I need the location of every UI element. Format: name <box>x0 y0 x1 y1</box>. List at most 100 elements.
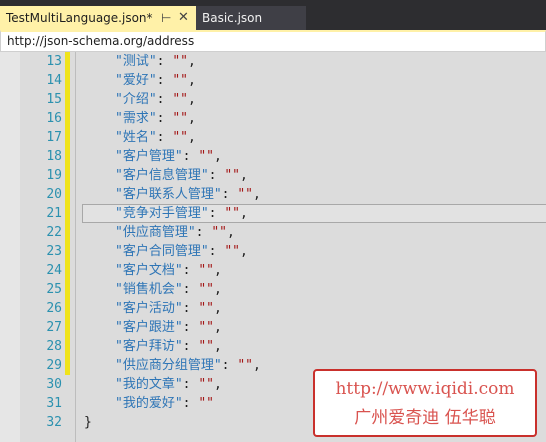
code-text: "客户拜访": "", <box>115 337 222 356</box>
json-key: "客户联系人管理" <box>115 187 222 202</box>
change-marker <box>65 71 70 90</box>
line-number: 15 <box>46 92 62 107</box>
code-line[interactable]: 24 "客户文档": "", <box>0 261 546 280</box>
schema-navigation-bar[interactable]: http://json-schema.org/address <box>0 30 546 52</box>
code-text: "客户活动": "", <box>115 299 222 318</box>
code-line[interactable]: 28 "客户拜访": "", <box>0 337 546 356</box>
line-number: 27 <box>46 320 62 335</box>
json-key: "姓名" <box>115 130 157 145</box>
trailing-comma: , <box>187 92 196 107</box>
colon: : <box>156 73 173 88</box>
json-value: "" <box>198 396 214 411</box>
code-text: "客户联系人管理": "", <box>115 185 261 204</box>
code-text: "介绍": "", <box>115 90 196 109</box>
watermark-url: http://www.iqidi.com <box>335 379 515 399</box>
trailing-comma: , <box>187 54 196 69</box>
colon: : <box>208 168 225 183</box>
tab-testmultilanguage-json[interactable]: TestMultiLanguage.json* ⊢ ✕ <box>0 6 196 30</box>
change-marker <box>65 204 70 223</box>
tab-label: Basic.json <box>202 11 263 25</box>
code-line[interactable]: 27 "客户跟进": "", <box>0 318 546 337</box>
closing-brace: } <box>84 415 92 430</box>
json-value: "" <box>224 168 240 183</box>
code-line[interactable]: 14 "爱好": "", <box>0 71 546 90</box>
code-line[interactable]: 16 "需求": "", <box>0 109 546 128</box>
json-value: "" <box>198 149 214 164</box>
code-text: "客户文档": "", <box>115 261 222 280</box>
line-number: 26 <box>46 301 62 316</box>
code-line[interactable]: 26 "客户活动": "", <box>0 299 546 318</box>
code-line[interactable]: 17 "姓名": "", <box>0 128 546 147</box>
code-line[interactable]: 22 "供应商管理": "", <box>0 223 546 242</box>
change-marker <box>65 185 70 204</box>
code-text: "爱好": "", <box>115 71 196 90</box>
trailing-comma: , <box>239 244 248 259</box>
change-marker <box>65 166 70 185</box>
json-value: "" <box>224 244 240 259</box>
pin-icon[interactable]: ⊢ <box>161 6 171 30</box>
change-marker <box>65 109 70 128</box>
code-line[interactable]: 15 "介绍": "", <box>0 90 546 109</box>
change-marker <box>65 318 70 337</box>
json-key: "测试" <box>115 54 157 69</box>
code-text: "供应商管理": "", <box>115 223 235 242</box>
json-value: "" <box>198 263 214 278</box>
line-number: 25 <box>46 282 62 297</box>
code-line[interactable]: 25 "销售机会": "", <box>0 280 546 299</box>
code-line[interactable]: 19 "客户信息管理": "", <box>0 166 546 185</box>
line-number: 24 <box>46 263 62 278</box>
json-key: "供应商分组管理" <box>115 358 222 373</box>
json-value: "" <box>172 111 188 126</box>
code-line[interactable]: 13 "测试": "", <box>0 52 546 71</box>
trailing-comma: , <box>187 111 196 126</box>
line-number: 29 <box>46 358 62 373</box>
line-number: 21 <box>46 206 62 221</box>
line-number: 30 <box>46 377 62 392</box>
tab-basic-json[interactable]: Basic.json <box>196 6 306 30</box>
colon: : <box>182 396 199 411</box>
change-marker <box>65 337 70 356</box>
code-line[interactable]: 23 "客户合同管理": "", <box>0 242 546 261</box>
colon: : <box>156 54 173 69</box>
code-line[interactable]: 21 "竞争对手管理": "", <box>0 204 546 223</box>
code-text: "客户信息管理": "", <box>115 166 248 185</box>
code-text: "供应商分组管理": "", <box>115 356 261 375</box>
change-marker <box>65 280 70 299</box>
change-marker <box>65 90 70 109</box>
json-key: "需求" <box>115 111 157 126</box>
trailing-comma: , <box>239 206 248 221</box>
colon: : <box>182 320 199 335</box>
code-text: "销售机会": "", <box>115 280 222 299</box>
json-value: "" <box>198 339 214 354</box>
document-tab-bar: TestMultiLanguage.json* ⊢ ✕ Basic.json <box>0 0 546 30</box>
json-key: "客户跟进" <box>115 320 183 335</box>
colon: : <box>156 92 173 107</box>
trailing-comma: , <box>213 282 222 297</box>
trailing-comma: , <box>252 187 261 202</box>
colon: : <box>182 149 199 164</box>
json-key: "客户拜访" <box>115 339 183 354</box>
line-number: 23 <box>46 244 62 259</box>
schema-url: http://json-schema.org/address <box>7 34 195 48</box>
trailing-comma: , <box>213 263 222 278</box>
json-key: "竞争对手管理" <box>115 206 209 221</box>
code-text: "客户管理": "", <box>115 147 222 166</box>
trailing-comma: , <box>187 73 196 88</box>
trailing-comma: , <box>213 339 222 354</box>
close-icon[interactable]: ✕ <box>178 6 189 30</box>
trailing-comma: , <box>252 358 261 373</box>
change-marker <box>65 299 70 318</box>
code-line[interactable]: 18 "客户管理": "", <box>0 147 546 166</box>
trailing-comma: , <box>226 225 235 240</box>
json-value: "" <box>198 282 214 297</box>
trailing-comma: , <box>213 149 222 164</box>
colon: : <box>182 377 199 392</box>
tab-label: TestMultiLanguage.json* <box>6 11 153 25</box>
change-marker <box>65 261 70 280</box>
code-line[interactable]: 20 "客户联系人管理": "", <box>0 185 546 204</box>
json-value: "" <box>172 130 188 145</box>
code-text: "需求": "", <box>115 109 196 128</box>
json-value: "" <box>172 73 188 88</box>
json-value: "" <box>224 206 240 221</box>
colon: : <box>156 130 173 145</box>
